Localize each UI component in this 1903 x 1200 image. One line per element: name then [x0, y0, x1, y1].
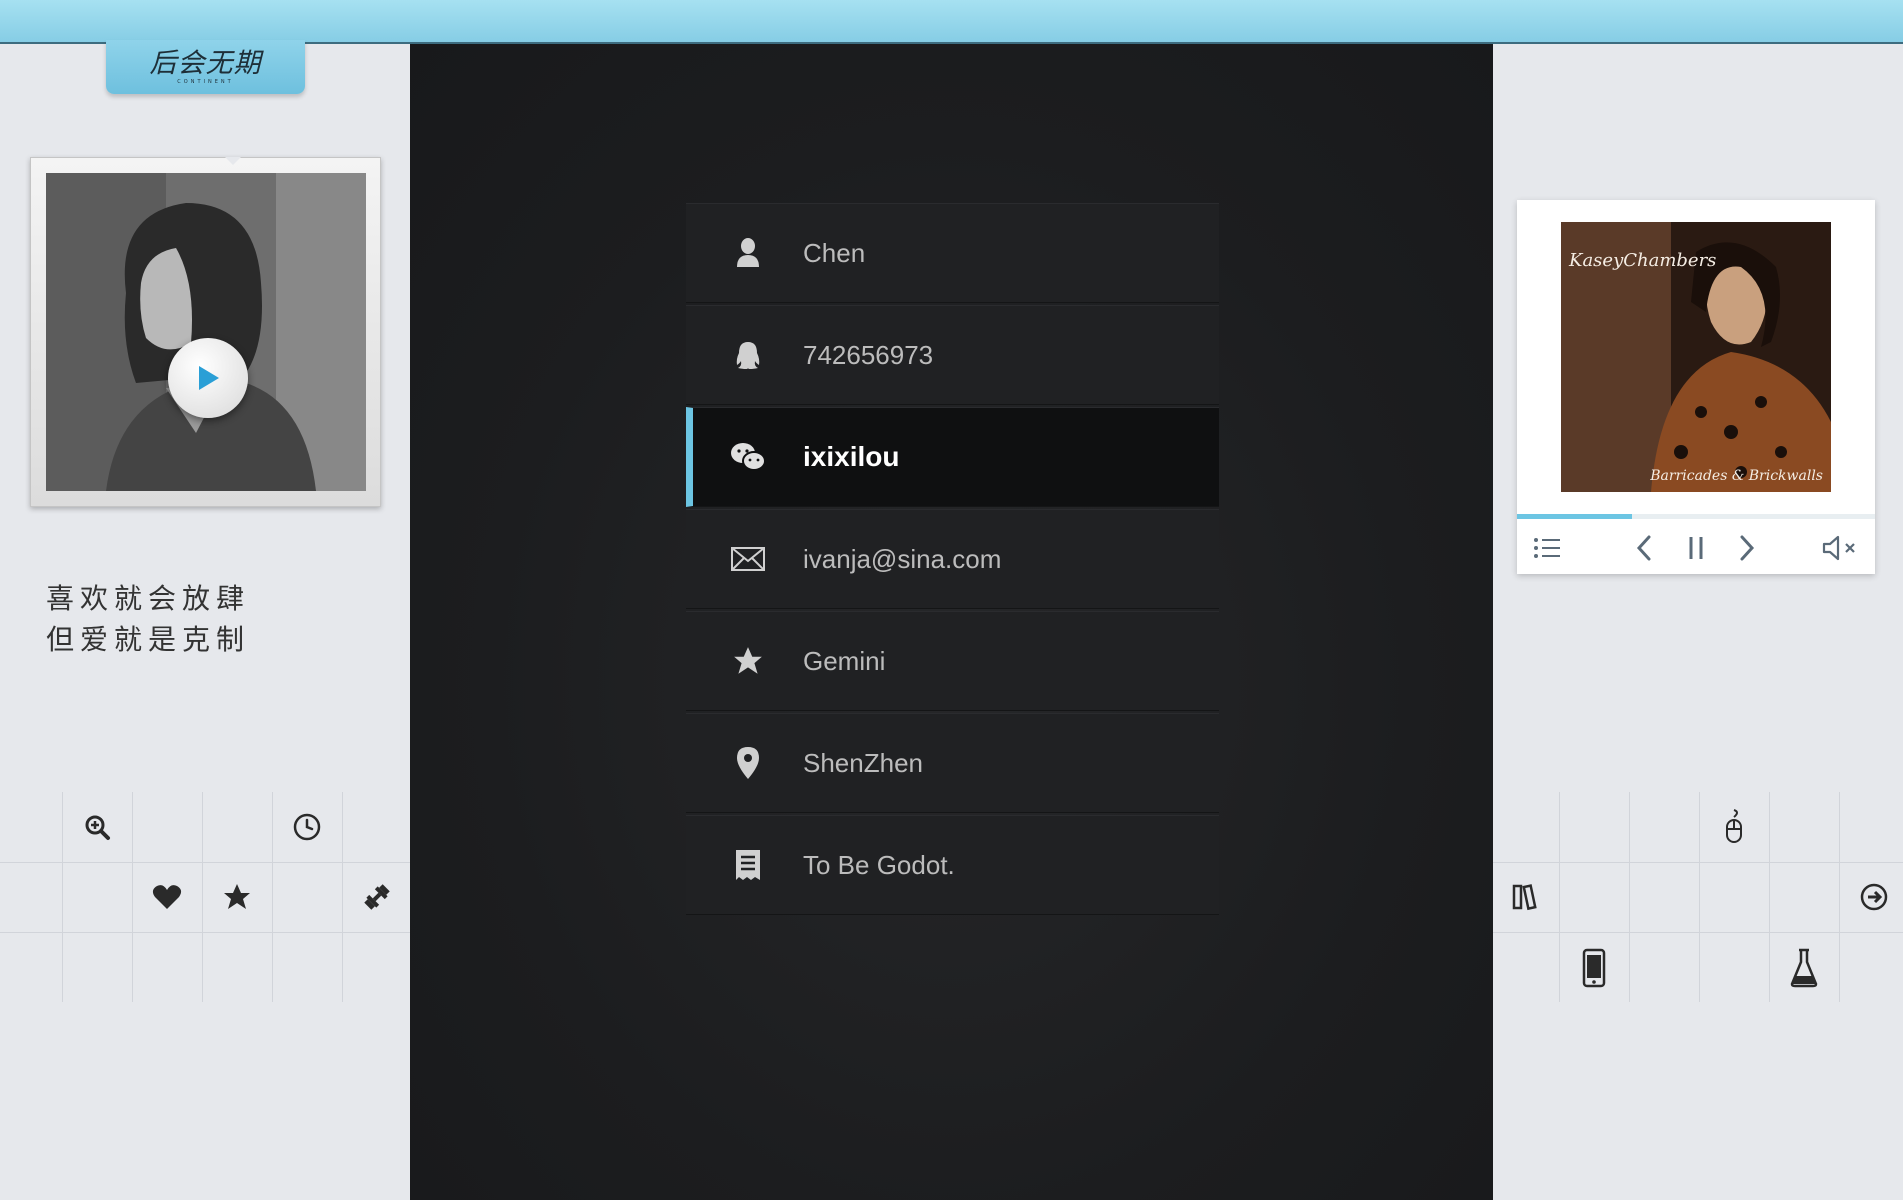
- profile-info-list: Chen 742656973 ixixilou ivanja@sina.com …: [686, 203, 1219, 917]
- info-text-wechat: ixixilou: [803, 441, 900, 472]
- next-icon[interactable]: [1733, 534, 1761, 562]
- books-icon[interactable]: [1510, 882, 1540, 912]
- play-button[interactable]: [168, 338, 248, 418]
- mute-icon[interactable]: [1821, 534, 1859, 562]
- wechat-icon: [730, 439, 766, 475]
- progress-bar[interactable]: [1517, 514, 1875, 519]
- portrait-illustration: [46, 173, 366, 491]
- info-text-motto: To Be Godot.: [803, 849, 955, 880]
- pause-icon[interactable]: [1682, 534, 1710, 562]
- star-icon: [730, 643, 766, 679]
- top-bar: [0, 0, 1903, 44]
- quote-line-2: 但爱就是克制: [46, 623, 251, 656]
- album-cover[interactable]: KaseyChambers Barricades & Brickwalls: [1561, 222, 1831, 492]
- phone-icon[interactable]: [1579, 948, 1609, 988]
- quote-line-1: 喜欢就会放肆: [46, 582, 251, 615]
- info-text-sign: Gemini: [803, 645, 886, 676]
- music-player-card: KaseyChambers Barricades & Brickwalls: [1517, 200, 1875, 574]
- album-title: KaseyChambers: [1569, 250, 1717, 271]
- dumbbell-icon[interactable]: [362, 882, 392, 912]
- info-text-email: ivanja@sina.com: [803, 543, 1002, 574]
- location-icon: [730, 745, 766, 781]
- qq-icon: [730, 337, 766, 373]
- player-controls: [1517, 520, 1875, 574]
- playlist-icon[interactable]: [1533, 534, 1561, 562]
- logo-subtitle: CONTINENT: [177, 79, 234, 85]
- portrait-photo: [46, 173, 366, 491]
- note-icon: [730, 847, 766, 883]
- info-text-name: Chen: [803, 237, 866, 268]
- info-row-wechat[interactable]: ixixilou: [686, 407, 1219, 507]
- arrow-right-circle-icon[interactable]: [1859, 882, 1889, 912]
- heart-icon[interactable]: [152, 882, 182, 912]
- right-icon-grid: [1493, 792, 1903, 1002]
- star-icon[interactable]: [222, 882, 252, 912]
- quote-text: 喜欢就会放肆 但爱就是克制: [46, 578, 306, 660]
- logo-tab[interactable]: 后会无期 CONTINENT: [106, 40, 305, 94]
- zoom-in-icon[interactable]: [82, 812, 112, 842]
- info-row-name[interactable]: Chen: [686, 203, 1219, 303]
- photo-card-notch: [225, 157, 241, 165]
- info-row-sign[interactable]: Gemini: [686, 611, 1219, 711]
- photo-card: [30, 157, 381, 507]
- info-row-location[interactable]: ShenZhen: [686, 713, 1219, 813]
- progress-fill: [1517, 514, 1632, 519]
- play-icon: [199, 366, 219, 390]
- clock-icon[interactable]: [292, 812, 322, 842]
- left-icon-grid: [0, 792, 410, 1002]
- logo-text: 后会无期: [149, 48, 262, 79]
- mouse-icon[interactable]: [1719, 808, 1749, 844]
- info-row-motto[interactable]: To Be Godot.: [686, 815, 1219, 915]
- album-subtitle: Barricades & Brickwalls: [1650, 468, 1823, 484]
- flask-icon[interactable]: [1789, 948, 1819, 988]
- previous-icon[interactable]: [1630, 534, 1658, 562]
- mail-icon: [730, 541, 766, 577]
- info-row-qq[interactable]: 742656973: [686, 305, 1219, 405]
- info-row-email[interactable]: ivanja@sina.com: [686, 509, 1219, 609]
- info-text-location: ShenZhen: [803, 747, 923, 778]
- user-icon: [730, 235, 766, 271]
- info-text-qq: 742656973: [803, 339, 934, 370]
